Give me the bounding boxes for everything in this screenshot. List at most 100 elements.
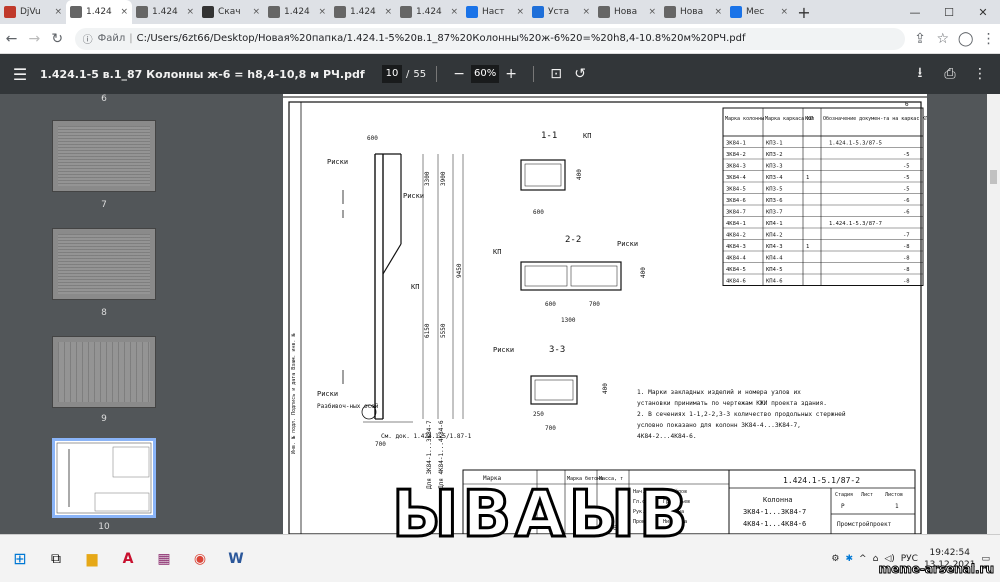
browser-tab[interactable]: Мес ×: [726, 0, 792, 24]
close-tab-icon[interactable]: ×: [318, 7, 326, 17]
minimize-button[interactable]: —: [898, 0, 932, 24]
svg-text:250: 250: [533, 411, 544, 418]
toolbar-divider: [436, 66, 438, 82]
close-tab-icon[interactable]: ×: [516, 7, 524, 17]
clock-time: 19:42:54: [929, 547, 970, 558]
maximize-button[interactable]: ☐: [932, 0, 966, 24]
browser-tab[interactable]: DjVu ×: [0, 0, 66, 24]
browser-tab[interactable]: 1.424 ×: [264, 0, 330, 24]
page-separator: /: [406, 68, 410, 80]
back-icon[interactable]: ←: [0, 27, 23, 51]
reload-icon[interactable]: ↻: [46, 27, 69, 51]
close-tab-icon[interactable]: ×: [714, 7, 722, 17]
svg-text:400: 400: [576, 169, 583, 180]
zoom-in-icon[interactable]: +: [499, 62, 523, 86]
word-icon[interactable]: W: [220, 543, 252, 575]
file-explorer-icon[interactable]: ▆: [76, 543, 108, 575]
table-cell: -5: [903, 152, 910, 158]
share-icon[interactable]: ⇪: [909, 27, 932, 51]
engineering-drawing: Инв. № подл. Подпись и дата Взам. инв. №: [283, 96, 928, 534]
zoom-input[interactable]: 60%: [471, 65, 500, 83]
menu-kebab-icon[interactable]: ⋮: [977, 27, 1000, 51]
close-tab-icon[interactable]: ×: [582, 7, 590, 17]
more-actions-icon[interactable]: ⋮: [968, 62, 992, 86]
table-cell: 3К84-5: [726, 187, 746, 193]
tab-label: 1.424: [350, 7, 376, 17]
column-elevation: Риски Риски КП Риски Разбивоч-ных осей С…: [317, 135, 472, 489]
fit-page-icon[interactable]: ⊡: [544, 62, 568, 86]
note-line: 4К84-2...4К84-6.: [637, 433, 697, 440]
label-riski-3: Риски: [317, 390, 338, 398]
tray-chevron-icon[interactable]: ^: [859, 554, 867, 564]
close-tab-icon[interactable]: ×: [648, 7, 656, 17]
page-number-input[interactable]: 10: [382, 65, 402, 83]
browser-tab[interactable]: 1.424 ×: [66, 0, 132, 24]
table-cell: 3К84-6: [726, 198, 746, 204]
close-tab-icon[interactable]: ×: [54, 7, 62, 17]
pdf-title: 1.424.1-5 в.1_87 Колонны ж-6 = h8,4-10,8…: [40, 67, 365, 81]
task-view-icon[interactable]: ⧉: [40, 543, 72, 575]
table-cell: 3К84-1: [726, 141, 746, 147]
hammer-sickle-icon: [202, 6, 214, 18]
table-cell: -5: [903, 187, 910, 193]
windows-start-icon[interactable]: ⊞: [4, 543, 36, 575]
new-tab-button[interactable]: +: [792, 0, 816, 24]
bookmark-star-icon[interactable]: ☆: [931, 27, 954, 51]
autocad-icon[interactable]: A: [112, 543, 144, 575]
table-cell: -5: [903, 164, 910, 170]
close-tab-icon[interactable]: ×: [450, 7, 458, 17]
info-icon[interactable]: ⓘ: [83, 31, 93, 46]
pdf-viewport: Инв. № подл. Подпись и дата Взам. инв. №: [207, 94, 987, 534]
section-3-3: 3-3 Риски 250 700 400: [493, 345, 609, 432]
hamburger-menu-icon[interactable]: ☰: [0, 65, 40, 84]
table-cell: -8: [903, 267, 910, 273]
close-window-button[interactable]: ✕: [966, 0, 1000, 24]
globe-icon: [598, 6, 610, 18]
forward-icon[interactable]: →: [23, 27, 46, 51]
address-bar[interactable]: ⓘ Файл | C:/Users/6zt66/Desktop/Новая%20…: [74, 27, 905, 50]
browser-tab[interactable]: Скач ×: [198, 0, 264, 24]
tab-strip: DjVu × 1.424 × 1.424 × Скач × 1.424 × 1.424 × 1.424 ×…: [0, 0, 1000, 24]
table-cell: -6: [903, 198, 910, 204]
bluetooth-icon[interactable]: ✱: [846, 554, 854, 564]
rotate-icon[interactable]: ↺: [568, 62, 592, 86]
table-cell: КП4-3: [766, 244, 783, 250]
table-cell: 1: [806, 244, 809, 250]
thumbnail-page-9[interactable]: [52, 336, 156, 408]
table-cell: КП3-1: [766, 141, 783, 147]
browser-tab[interactable]: 1.424 ×: [132, 0, 198, 24]
network-icon[interactable]: ⌂: [873, 554, 879, 564]
print-icon[interactable]: ⎙: [938, 62, 962, 86]
winrar-icon[interactable]: ▦: [148, 543, 180, 575]
close-tab-icon[interactable]: ×: [780, 7, 788, 17]
close-tab-icon[interactable]: ×: [252, 7, 260, 17]
browser-tab[interactable]: 1.424 ×: [330, 0, 396, 24]
browser-tab[interactable]: Нова ×: [594, 0, 660, 24]
svg-text:700: 700: [375, 441, 386, 448]
table-cell: 4К84-1: [726, 221, 746, 227]
tab-label: Нова: [680, 7, 704, 17]
label-riski: Риски: [327, 158, 348, 166]
thumbnail-page-10[interactable]: [52, 438, 156, 518]
note-line: 2. В сечениях 1-1,2-2,3-3 количество про…: [637, 410, 846, 418]
close-tab-icon[interactable]: ×: [186, 7, 194, 17]
browser-tab[interactable]: Нова ×: [660, 0, 726, 24]
thumbnail-page-8[interactable]: [52, 228, 156, 300]
label-razbivochnye: Разбивоч-ных осей: [317, 403, 379, 410]
browser-tab[interactable]: Наст ×: [462, 0, 528, 24]
browser-tab[interactable]: Уста ×: [528, 0, 594, 24]
download-icon[interactable]: ⭳: [908, 62, 932, 86]
close-tab-icon[interactable]: ×: [384, 7, 392, 17]
chrome-icon[interactable]: ◉: [184, 543, 216, 575]
page-scrollbar[interactable]: [987, 94, 1000, 534]
close-tab-icon[interactable]: ×: [120, 7, 128, 17]
thumbnail-page-7[interactable]: [52, 120, 156, 192]
zoom-out-icon[interactable]: −: [447, 62, 471, 86]
browser-tab[interactable]: 1.424 ×: [396, 0, 462, 24]
profile-icon[interactable]: ◯: [954, 27, 977, 51]
svg-text:600: 600: [545, 301, 556, 308]
tab-label: 1.424: [86, 7, 112, 17]
steam-icon[interactable]: ⚙: [831, 554, 839, 564]
svg-text:700: 700: [589, 301, 600, 308]
address-url[interactable]: C:/Users/6zt66/Desktop/Новая%20папка/1.4…: [137, 33, 746, 44]
